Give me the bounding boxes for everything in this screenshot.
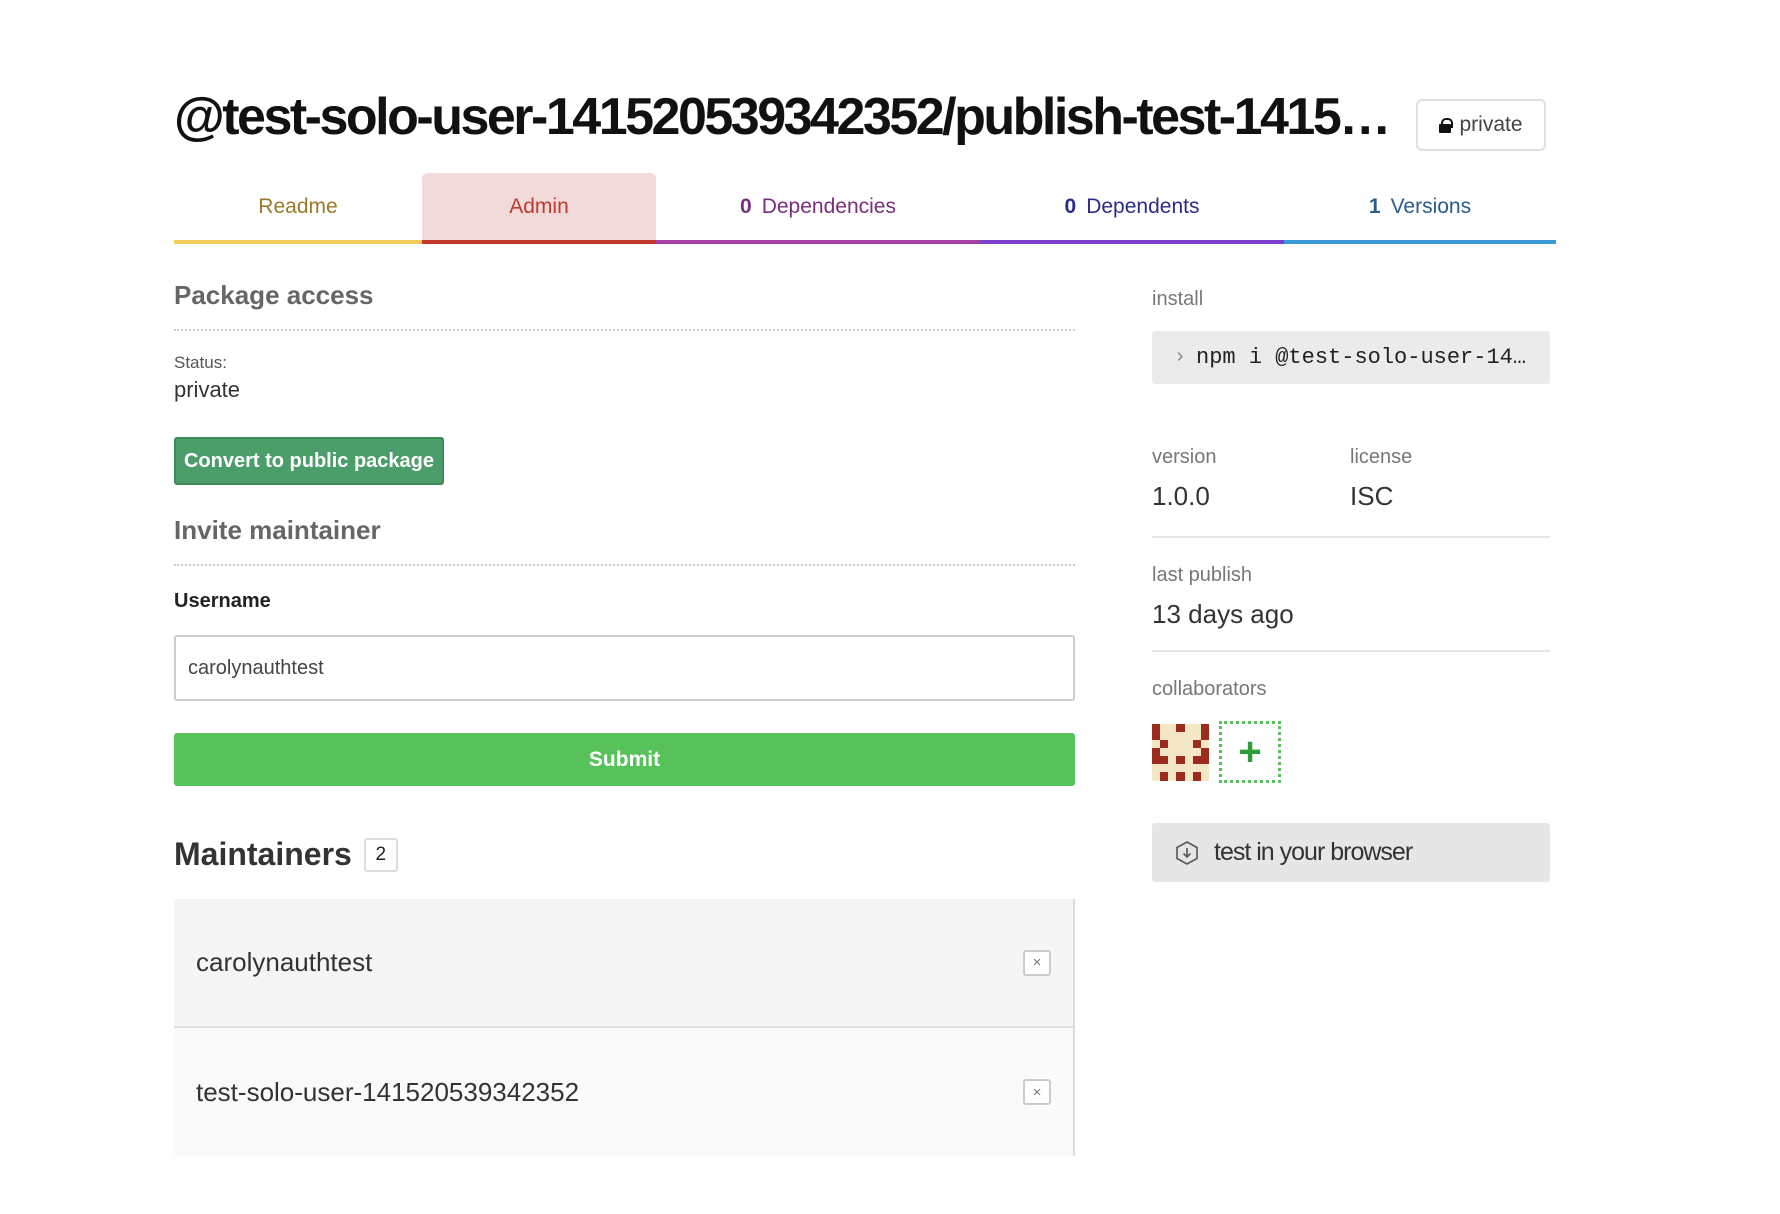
tab-dependencies[interactable]: 0 Dependencies bbox=[656, 173, 980, 244]
tab-versions[interactable]: 1 Versions bbox=[1284, 173, 1556, 244]
install-command-box[interactable]: › npm i @test-solo-user-14… bbox=[1152, 331, 1550, 384]
private-badge: private bbox=[1416, 99, 1546, 151]
version-label: version bbox=[1152, 446, 1217, 468]
install-label: install bbox=[1152, 288, 1204, 310]
collaborators-row: + bbox=[1152, 721, 1550, 783]
test-in-browser-label: test in your browser bbox=[1214, 838, 1413, 866]
maintainer-name[interactable]: test-solo-user-141520539342352 bbox=[196, 1077, 579, 1108]
status-label: Status: bbox=[174, 353, 227, 372]
collaborators-block: collaborators + bbox=[1152, 678, 1550, 783]
add-collaborator-button[interactable]: + bbox=[1219, 721, 1281, 783]
version-value: 1.0.0 bbox=[1152, 481, 1210, 511]
tab-versions-label: Versions bbox=[1390, 194, 1472, 218]
package-sidebar: install › npm i @test-solo-user-14… vers… bbox=[1152, 288, 1550, 882]
tab-dependents-count: 0 bbox=[1064, 194, 1077, 218]
terminal-prompt-icon: › bbox=[1174, 346, 1187, 369]
tab-dependents[interactable]: 0 Dependents bbox=[980, 173, 1284, 244]
test-in-browser-button[interactable]: test in your browser bbox=[1152, 823, 1550, 882]
avatar[interactable] bbox=[1152, 723, 1209, 781]
submit-button[interactable]: Submit bbox=[174, 733, 1075, 786]
license-value: ISC bbox=[1350, 481, 1394, 511]
tab-readme[interactable]: Readme bbox=[174, 173, 422, 244]
package-tabs: Readme Admin 0 Dependencies 0 Dependents… bbox=[174, 173, 1556, 244]
maintainer-row: test-solo-user-141520539342352 × bbox=[174, 1028, 1073, 1156]
remove-maintainer-button[interactable]: × bbox=[1023, 1079, 1051, 1105]
private-badge-label: private bbox=[1459, 113, 1523, 136]
tab-versions-count: 1 bbox=[1368, 194, 1381, 218]
license-block: license ISC bbox=[1350, 446, 1548, 512]
version-block: version 1.0.0 bbox=[1152, 446, 1350, 512]
convert-to-public-button[interactable]: Convert to public package bbox=[174, 437, 444, 485]
package-title: @test-solo-user-141520539342352/publish-… bbox=[174, 88, 1406, 146]
license-label: license bbox=[1350, 446, 1413, 468]
install-command: npm i @test-solo-user-14… bbox=[1196, 345, 1527, 370]
plus-icon: + bbox=[1238, 729, 1262, 774]
tab-admin-label: Admin bbox=[509, 194, 569, 218]
username-label: Username bbox=[174, 590, 271, 612]
runkit-hexagon-icon bbox=[1176, 840, 1198, 865]
status-value: private bbox=[174, 377, 241, 402]
maintainers-list: carolynauthtest × test-solo-user-1415205… bbox=[174, 899, 1075, 1156]
package-header: @test-solo-user-141520539342352/publish-… bbox=[174, 84, 1556, 156]
tab-dependencies-label: Dependencies bbox=[761, 194, 896, 218]
collaborators-label: collaborators bbox=[1152, 678, 1267, 700]
last-publish-label: last publish bbox=[1152, 564, 1253, 586]
lock-icon bbox=[1439, 118, 1454, 133]
version-license-row: version 1.0.0 license ISC bbox=[1152, 446, 1550, 538]
maintainer-row: carolynauthtest × bbox=[174, 899, 1073, 1028]
tab-readme-label: Readme bbox=[258, 194, 338, 218]
maintainer-name[interactable]: carolynauthtest bbox=[196, 947, 372, 978]
admin-panel: Package access Status: private Convert t… bbox=[174, 280, 1075, 1156]
package-access-title: Package access bbox=[174, 280, 1075, 331]
tab-admin[interactable]: Admin bbox=[422, 173, 656, 244]
last-publish-block: last publish 13 days ago bbox=[1152, 564, 1550, 652]
last-publish-value: 13 days ago bbox=[1152, 599, 1294, 629]
remove-maintainer-button[interactable]: × bbox=[1023, 949, 1051, 976]
tab-dependents-label: Dependents bbox=[1086, 194, 1200, 218]
username-input[interactable] bbox=[174, 635, 1075, 701]
invite-maintainer-title: Invite maintainer bbox=[174, 515, 1075, 566]
maintainers-count-badge: 2 bbox=[363, 837, 398, 872]
maintainers-header: Maintainers 2 bbox=[174, 836, 1075, 873]
maintainers-title: Maintainers bbox=[174, 836, 352, 872]
tab-dependencies-count: 0 bbox=[740, 194, 752, 218]
